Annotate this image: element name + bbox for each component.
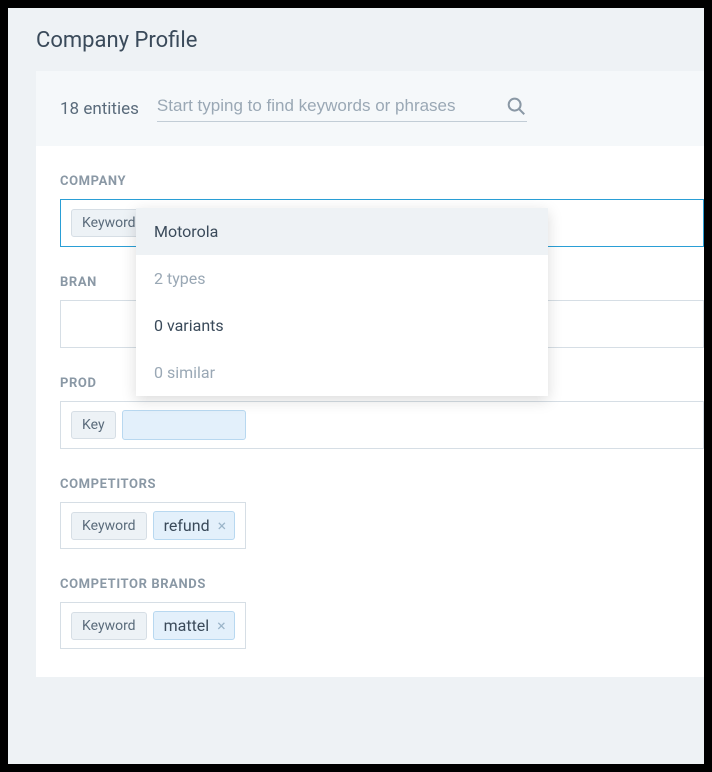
chip-label: mattel: [164, 616, 210, 635]
type-badge: Key: [71, 411, 116, 439]
dropdown: Motorola 2 types 0 variants 0 similar: [136, 208, 548, 396]
product-tag-row[interactable]: Key: [60, 401, 704, 449]
page-title: Company Profile: [36, 28, 676, 53]
close-icon[interactable]: ×: [215, 618, 228, 634]
dropdown-item[interactable]: 2 types: [136, 255, 548, 302]
section-competitor-brands: COMPETITOR BRANDS Keyword mattel ×: [60, 577, 704, 649]
header: Company Profile: [8, 8, 704, 71]
competitors-tag-row[interactable]: Keyword refund ×: [60, 502, 246, 549]
section-label-competitors: COMPETITORS: [60, 477, 704, 492]
search-panel: 18 entities: [36, 71, 704, 146]
entity-count: 18 entities: [60, 99, 139, 119]
type-badge: Keyword: [71, 512, 147, 540]
dropdown-item[interactable]: Motorola: [136, 208, 548, 255]
chip-mattel[interactable]: mattel ×: [153, 611, 235, 640]
chip-label: refund: [164, 516, 210, 535]
section-label-company: COMPANY: [60, 174, 704, 189]
window: Company Profile 18 entities COMPANY Keyw…: [8, 8, 704, 764]
dropdown-item[interactable]: 0 variants: [136, 302, 548, 349]
search-row: 18 entities: [60, 95, 704, 122]
close-icon[interactable]: ×: [216, 518, 229, 534]
search-input[interactable]: [157, 96, 505, 116]
content: COMPANY Keyword airtel × Motorola × Moto…: [36, 146, 704, 677]
dropdown-item[interactable]: 0 similar: [136, 349, 548, 396]
type-badge: Keyword: [71, 612, 147, 640]
search-input-wrap: [157, 95, 527, 122]
section-competitors: COMPETITORS Keyword refund ×: [60, 477, 704, 549]
ghost-chip: [122, 410, 246, 440]
chip-refund[interactable]: refund ×: [153, 511, 236, 540]
section-label-competitor-brands: COMPETITOR BRANDS: [60, 577, 704, 592]
competitor-brands-tag-row[interactable]: Keyword mattel ×: [60, 602, 246, 649]
search-icon: [505, 95, 527, 117]
